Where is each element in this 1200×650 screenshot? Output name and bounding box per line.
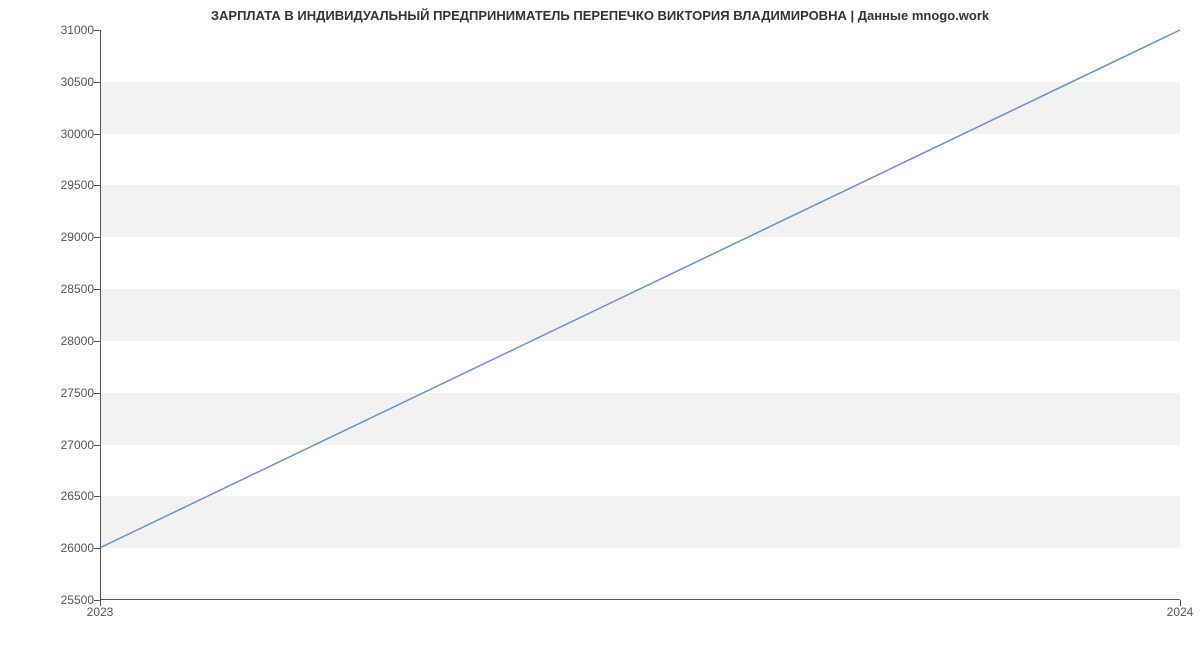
y-tick-mark bbox=[94, 445, 100, 446]
x-tick-label: 2023 bbox=[87, 605, 114, 619]
y-tick-label: 29000 bbox=[61, 230, 94, 244]
y-tick-mark bbox=[94, 237, 100, 238]
plot-area bbox=[100, 30, 1180, 600]
y-tick-label: 26000 bbox=[61, 541, 94, 555]
x-tick-mark bbox=[100, 600, 101, 606]
x-tick-label: 2024 bbox=[1167, 605, 1194, 619]
x-tick-mark bbox=[1180, 600, 1181, 606]
y-tick-label: 30000 bbox=[61, 127, 94, 141]
y-tick-mark bbox=[94, 341, 100, 342]
y-tick-label: 26500 bbox=[61, 489, 94, 503]
y-tick-label: 30500 bbox=[61, 75, 94, 89]
line-layer bbox=[101, 30, 1180, 599]
y-tick-mark bbox=[94, 134, 100, 135]
y-tick-label: 27000 bbox=[61, 438, 94, 452]
y-tick-mark bbox=[94, 496, 100, 497]
y-tick-mark bbox=[94, 393, 100, 394]
y-tick-mark bbox=[94, 82, 100, 83]
chart-title: ЗАРПЛАТА В ИНДИВИДУАЛЬНЫЙ ПРЕДПРИНИМАТЕЛ… bbox=[0, 8, 1200, 23]
data-line bbox=[101, 30, 1180, 547]
y-tick-label: 27500 bbox=[61, 386, 94, 400]
y-tick-mark bbox=[94, 289, 100, 290]
y-tick-label: 29500 bbox=[61, 178, 94, 192]
y-tick-label: 31000 bbox=[61, 23, 94, 37]
chart-container: ЗАРПЛАТА В ИНДИВИДУАЛЬНЫЙ ПРЕДПРИНИМАТЕЛ… bbox=[0, 0, 1200, 650]
y-tick-label: 28500 bbox=[61, 282, 94, 296]
y-tick-label: 28000 bbox=[61, 334, 94, 348]
y-tick-mark bbox=[94, 30, 100, 31]
y-tick-mark bbox=[94, 185, 100, 186]
y-tick-mark bbox=[94, 548, 100, 549]
